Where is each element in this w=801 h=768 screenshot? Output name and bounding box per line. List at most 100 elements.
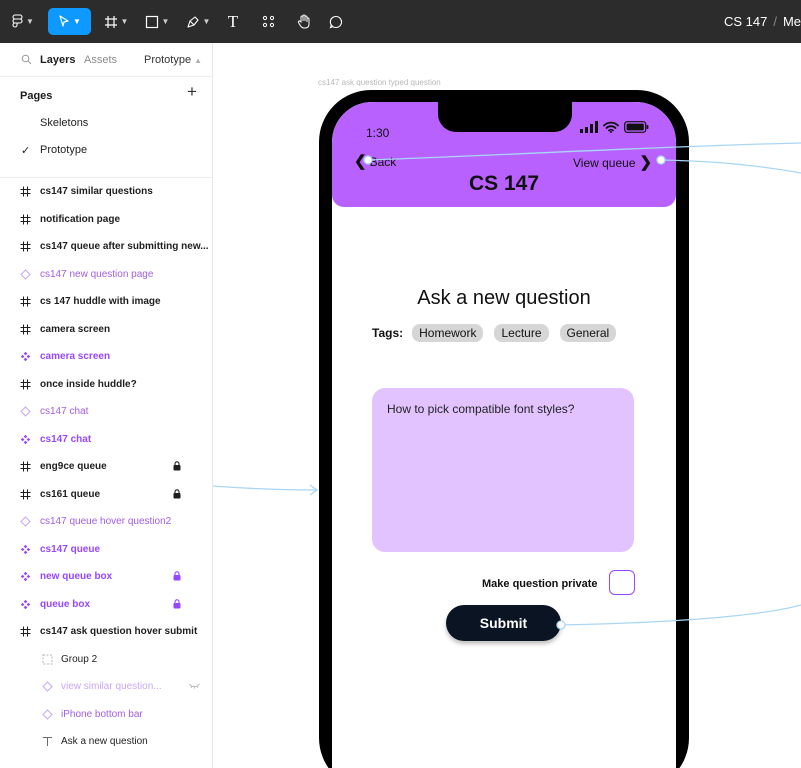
view-queue-label: View queue (573, 156, 636, 170)
frame-icon (20, 379, 31, 389)
frame-icon (20, 489, 31, 499)
file-name[interactable]: CS 147 (724, 14, 767, 29)
canvas[interactable]: cs147 ask question typed question 1:30 ❮… (213, 43, 801, 768)
connector-arrowhead (309, 484, 319, 496)
submit-label: Submit (479, 615, 528, 631)
layer-label: cs147 ask question hover submit (40, 626, 198, 637)
text-icon: T (227, 11, 239, 31)
layer-label: once inside huddle? (40, 378, 137, 390)
layer-item[interactable]: camera screen (0, 343, 212, 369)
layer-item[interactable]: cs 147 huddle with image (0, 288, 212, 314)
layer-item[interactable]: cs147 similar questions (0, 178, 212, 204)
components-icon (262, 15, 274, 28)
layer-item[interactable]: cs161 queue (0, 481, 212, 507)
component-icon (20, 434, 31, 444)
back-label: Back (369, 155, 397, 169)
hand-tool-button[interactable] (292, 8, 316, 35)
frame-label[interactable]: cs147 ask question typed question (318, 78, 441, 87)
shape-tool-button[interactable]: ▼ (140, 8, 174, 35)
main-menu-button[interactable]: ▼ (6, 8, 40, 35)
layer-type-icon (19, 240, 32, 253)
hidden-eye-icon[interactable] (189, 683, 200, 689)
figma-logo-icon (12, 14, 23, 28)
layer-item[interactable]: cs147 queue (0, 536, 212, 562)
layer-item[interactable]: queue box (0, 591, 212, 617)
layer-item[interactable]: cs147 queue after submitting new... (0, 233, 212, 259)
search-icon[interactable] (21, 54, 32, 65)
chevron-right-icon: ❯ (639, 154, 653, 171)
chevron-left-icon: ❮ (354, 153, 367, 170)
phone-notch (438, 102, 572, 132)
lock-icon[interactable] (173, 571, 181, 581)
layer-item[interactable]: new queue box (0, 563, 212, 589)
comment-tool-button[interactable] (324, 8, 348, 35)
tab-assets[interactable]: Assets (84, 54, 117, 66)
connector-incoming[interactable] (213, 485, 317, 491)
layer-type-icon (19, 543, 32, 556)
layer-label: cs147 chat (40, 406, 89, 417)
submit-button[interactable]: Submit (446, 605, 561, 641)
layer-type-icon (41, 708, 54, 721)
lock-icon[interactable] (173, 598, 181, 609)
page-item-label: Skeletons (40, 117, 89, 129)
page-item-prototype[interactable]: ✓ Prototype (0, 138, 212, 162)
layer-item[interactable]: notification page (0, 206, 212, 232)
private-checkbox[interactable] (609, 570, 635, 595)
layer-type-icon (19, 213, 32, 226)
tag-general[interactable]: General (559, 324, 617, 342)
tab-layers[interactable]: Layers (40, 54, 75, 66)
layer-label: cs147 chat (40, 433, 92, 445)
add-page-button[interactable]: + (184, 83, 200, 100)
chevron-down-icon: ▼ (120, 17, 129, 26)
layer-item[interactable]: Ask a new question (0, 728, 212, 754)
file-breadcrumb[interactable]: CS 147 / Me (724, 14, 801, 29)
layer-label: cs147 new question page (40, 268, 154, 280)
layer-item[interactable]: once inside huddle? (0, 371, 212, 397)
move-tool-button[interactable]: ▼ (48, 8, 91, 35)
layer-item[interactable]: Group 2 (0, 646, 212, 672)
lock-icon[interactable] (173, 488, 181, 499)
pen-icon (186, 15, 199, 28)
layer-item[interactable]: cs147 ask question hover submit (0, 618, 212, 644)
layer-label: cs147 queue hover question2 (40, 516, 172, 527)
layer-item[interactable]: cs147 chat (0, 426, 212, 452)
pen-tool-button[interactable]: ▼ (181, 8, 215, 35)
layer-label: view similar question... (61, 681, 162, 692)
instance-icon (42, 708, 53, 720)
lock-icon[interactable] (173, 461, 181, 471)
tag-lecture[interactable]: Lecture (494, 324, 549, 342)
layer-type-icon (19, 488, 32, 501)
frame-icon (20, 461, 31, 472)
layer-item[interactable]: iPhone bottom bar (0, 701, 212, 727)
instance-icon (20, 406, 31, 417)
panel-tabs: Layers Assets Prototype ▲ (0, 43, 213, 77)
question-input[interactable]: How to pick compatible font styles? (372, 388, 634, 552)
pages-heading: Pages (20, 90, 53, 102)
layer-item[interactable]: camera screen (0, 316, 212, 342)
page-selector[interactable]: Prototype ▲ (144, 54, 202, 66)
layer-label: notification page (40, 213, 120, 225)
resources-button[interactable] (256, 8, 280, 35)
frame-tool-button[interactable]: ▼ (98, 8, 134, 35)
layer-item[interactable]: cs147 queue hover question2 (0, 508, 212, 534)
page-item-skeletons[interactable]: Skeletons (0, 111, 212, 135)
layer-label: new queue box (40, 571, 113, 582)
frame-icon (20, 324, 31, 334)
page-item-label: Prototype (40, 144, 88, 156)
layer-label: cs147 similar questions (40, 186, 153, 197)
layer-item[interactable]: view similar question... (0, 673, 212, 699)
layer-item[interactable]: cs147 new question page (0, 261, 212, 287)
layer-item[interactable]: cs147 chat (0, 398, 212, 424)
tag-homework[interactable]: Homework (412, 324, 484, 342)
view-queue-button[interactable]: View queue ❯ (573, 154, 653, 171)
back-button[interactable]: ❮ Back (354, 153, 397, 170)
layer-type-icon (19, 185, 32, 198)
text-tool-button[interactable]: T (222, 8, 244, 35)
frame-icon (20, 241, 31, 252)
layer-item[interactable]: eng9ce queue (0, 453, 212, 479)
current-page-name[interactable]: Me (783, 14, 801, 29)
phone-frame[interactable]: 1:30 ❮ Back View queue ❯ CS 147 Ask a ne… (319, 90, 689, 768)
layer-label: camera screen (40, 351, 111, 362)
component-icon (20, 544, 31, 554)
chevron-down-icon: ▼ (161, 17, 170, 26)
